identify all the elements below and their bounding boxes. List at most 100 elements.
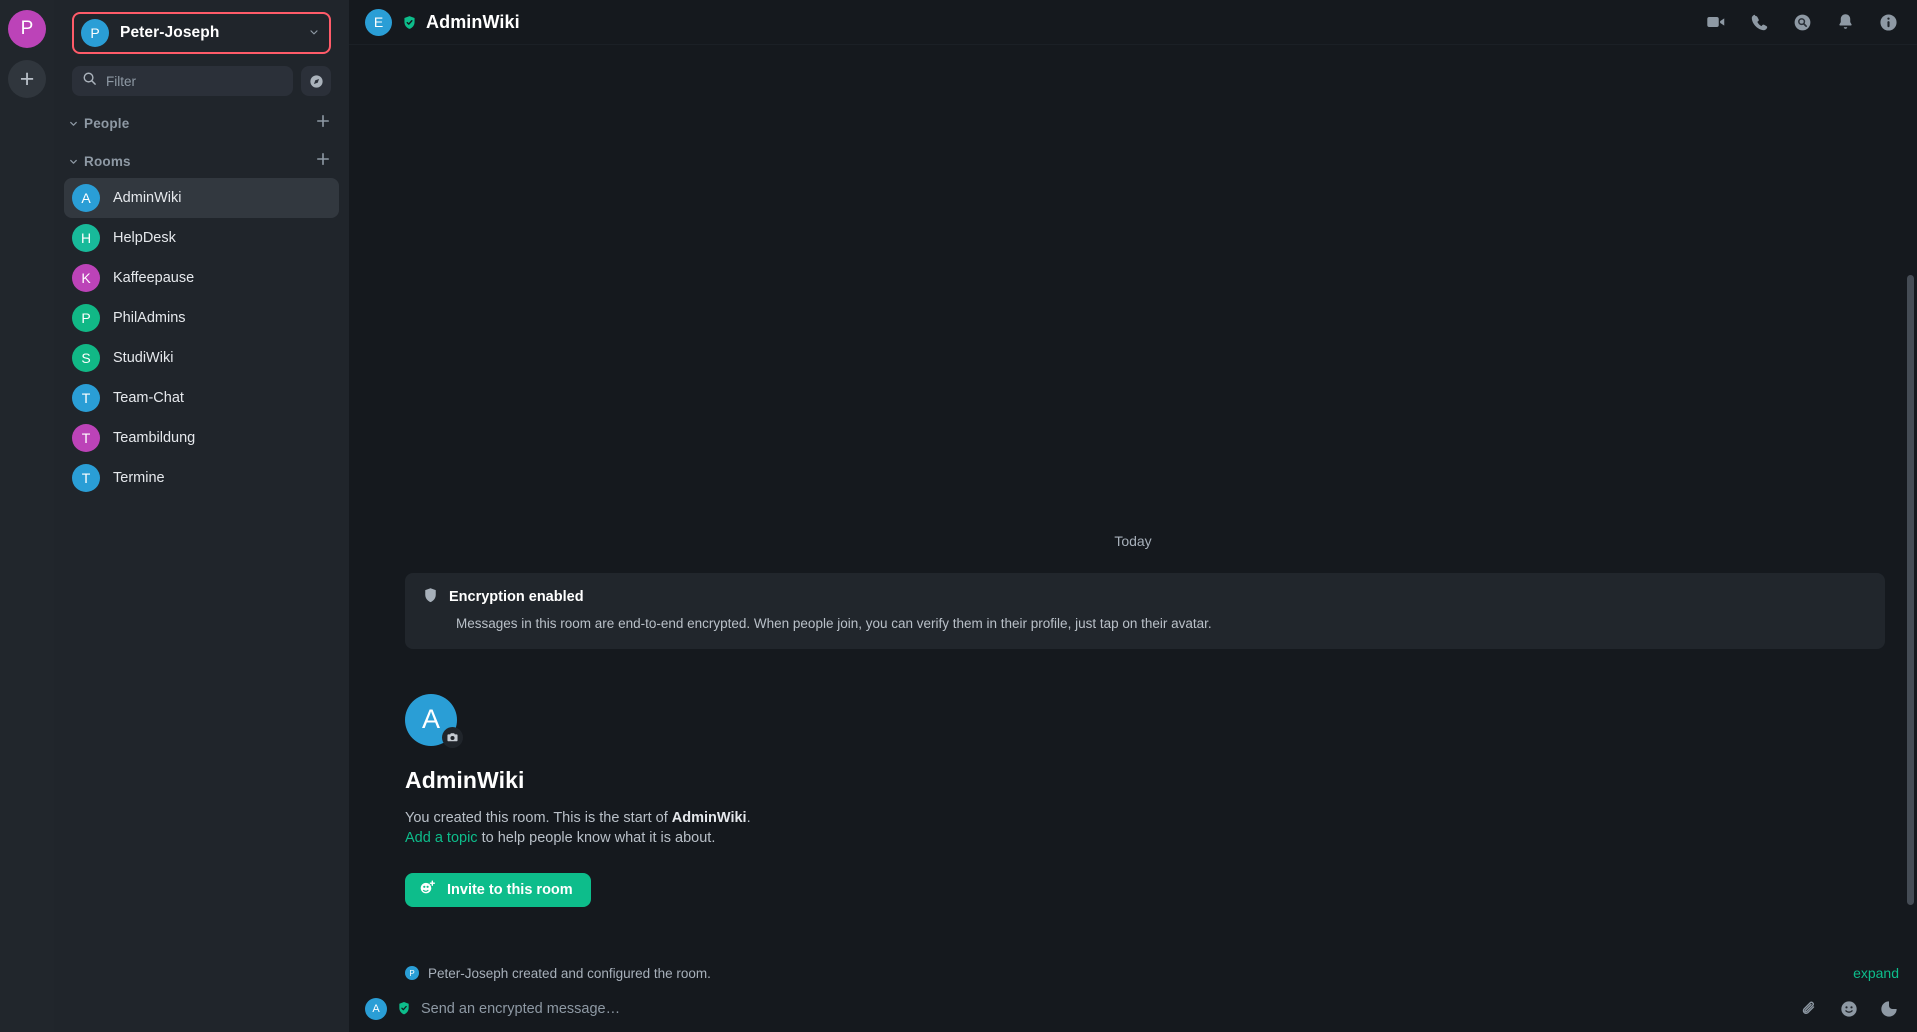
room-header: E AdminWiki xyxy=(349,0,1917,45)
section-header-rooms[interactable]: Rooms xyxy=(54,150,349,172)
explore-public-rooms-icon[interactable] xyxy=(301,66,331,96)
room-list-item-label: Kaffeepause xyxy=(113,270,195,286)
avatar: T xyxy=(72,424,100,452)
room-list-item-studiwiki[interactable]: S StudiWiki xyxy=(64,338,339,378)
threads-icon[interactable] xyxy=(1792,12,1813,33)
room-avatar-letter: T xyxy=(81,430,91,446)
room-list-item-philadmins[interactable]: P PhilAdmins xyxy=(64,298,339,338)
room-intro-line1-prefix: You created this room. This is the start… xyxy=(405,809,672,826)
room-intro-line2-suffix: to help people know what it is about. xyxy=(477,830,716,847)
room-avatar-letter: H xyxy=(80,230,92,246)
composer-input-area[interactable]: A Send an encrypted message… xyxy=(349,997,1799,1020)
element-chat-app: P + P Peter-Joseph Filter People Rooms A… xyxy=(0,0,1917,1032)
chevron-down-icon xyxy=(308,26,320,41)
room-list-item-label: PhilAdmins xyxy=(113,310,186,326)
room-list-item-helpdesk[interactable]: H HelpDesk xyxy=(64,218,339,258)
encryption-notice-title: Encryption enabled xyxy=(449,589,584,606)
search-row: Filter xyxy=(72,66,331,96)
search-input[interactable]: Filter xyxy=(72,66,293,96)
avatar: A xyxy=(365,997,387,1020)
expand-events-link[interactable]: expand xyxy=(1853,965,1899,981)
date-separator: Today xyxy=(1114,532,1152,549)
invite-user-icon xyxy=(419,880,436,901)
room-header-avatar-letter: E xyxy=(373,14,384,30)
room-intro-avatar-letter: A xyxy=(421,704,440,735)
room-list-item-team-chat[interactable]: T Team-Chat xyxy=(64,378,339,418)
room-avatar-letter: A xyxy=(81,190,91,206)
avatar: T xyxy=(72,384,100,412)
timeline-scrollbar[interactable] xyxy=(1907,275,1914,905)
avatar: T xyxy=(72,464,100,492)
shield-icon xyxy=(423,587,438,608)
camera-icon[interactable] xyxy=(442,726,463,748)
avatar: P xyxy=(81,19,109,47)
invite-to-room-label: Invite to this room xyxy=(447,882,573,898)
avatar: H xyxy=(72,224,100,252)
search-placeholder: Filter xyxy=(106,73,136,89)
sticker-icon[interactable] xyxy=(1879,999,1899,1019)
room-intro-name: AdminWiki xyxy=(405,766,525,793)
room-creation-event: P Peter-Joseph created and configured th… xyxy=(349,965,1917,981)
avatar: S xyxy=(72,344,100,372)
section-people: People xyxy=(54,112,349,134)
encrypted-shield-icon xyxy=(397,1001,411,1016)
user-avatar-letter: P xyxy=(90,25,100,41)
section-label-people: People xyxy=(84,115,130,131)
room-header-actions xyxy=(1705,11,1899,33)
chevron-down-icon xyxy=(68,156,84,167)
avatar: K xyxy=(72,264,100,292)
video-call-icon[interactable] xyxy=(1705,11,1727,33)
event-avatar-letter: P xyxy=(409,968,415,978)
encryption-notice-body: Messages in this room are end-to-end enc… xyxy=(456,615,1212,631)
section-label-rooms: Rooms xyxy=(84,153,131,169)
user-menu-button[interactable]: P Peter-Joseph xyxy=(72,12,331,54)
emoji-icon[interactable] xyxy=(1839,999,1859,1019)
message-timeline: Today Encryption enabled Messages in thi… xyxy=(349,45,1917,985)
room-header-avatar[interactable]: E xyxy=(365,8,392,36)
chevron-down-icon xyxy=(68,118,84,129)
page-title: AdminWiki xyxy=(426,11,520,32)
room-info-icon[interactable] xyxy=(1878,12,1899,33)
room-list-item-termine[interactable]: T Termine xyxy=(64,458,339,498)
spaces-rail: P + xyxy=(0,0,54,1032)
add-person-button[interactable] xyxy=(315,113,331,133)
attachment-icon[interactable] xyxy=(1799,999,1819,1019)
room-avatar-letter: T xyxy=(81,470,91,486)
search-icon xyxy=(82,71,97,91)
add-topic-link[interactable]: Add a topic xyxy=(405,830,478,846)
notifications-icon[interactable] xyxy=(1835,12,1856,33)
room-intro: A AdminWiki You created this room. This … xyxy=(349,649,1917,907)
space-home-avatar[interactable]: P xyxy=(8,10,46,48)
voice-call-icon[interactable] xyxy=(1749,12,1770,33)
add-room-button[interactable] xyxy=(315,151,331,171)
room-avatar-letter: T xyxy=(81,390,91,406)
room-intro-line1-room: AdminWiki xyxy=(671,809,747,826)
avatar[interactable]: P xyxy=(405,966,419,980)
room-avatar-letter: K xyxy=(81,270,91,286)
create-space-button[interactable]: + xyxy=(8,60,46,98)
room-list-item-adminwiki[interactable]: A AdminWiki xyxy=(64,178,339,218)
composer-actions xyxy=(1799,999,1899,1019)
message-composer: A Send an encrypted message… xyxy=(349,985,1917,1032)
room-list-item-kaffeepause[interactable]: K Kaffeepause xyxy=(64,258,339,298)
room-list-item-label: Team-Chat xyxy=(113,390,184,406)
avatar: P xyxy=(72,304,100,332)
plus-icon: + xyxy=(19,64,35,93)
section-header-people[interactable]: People xyxy=(54,112,349,134)
composer-avatar-letter: A xyxy=(372,1002,380,1015)
room-list-item-teambildung[interactable]: T Teambildung xyxy=(64,418,339,458)
room-list-item-label: Teambildung xyxy=(113,430,196,446)
room-list-item-label: Termine xyxy=(113,470,165,486)
encryption-notice-title-row: Encryption enabled xyxy=(423,587,1867,608)
main-panel: E AdminWiki Today Encryption enabled Mes… xyxy=(349,0,1917,1032)
room-intro-text: You created this room. This is the start… xyxy=(405,808,1917,849)
room-avatar-letter: P xyxy=(81,310,91,326)
room-list: A AdminWiki H HelpDesk K Kaffeepause P PhilAdmi… xyxy=(54,178,349,498)
user-display-name: Peter-Joseph xyxy=(120,24,220,41)
encryption-notice: Encryption enabled Messages in this room… xyxy=(405,572,1885,649)
event-text: Peter-Joseph created and configured the … xyxy=(428,965,711,981)
message-input[interactable]: Send an encrypted message… xyxy=(421,1001,1799,1017)
room-avatar-letter: S xyxy=(81,350,91,366)
room-intro-avatar-wrap: A xyxy=(405,693,463,748)
invite-to-room-button[interactable]: Invite to this room xyxy=(405,873,591,907)
